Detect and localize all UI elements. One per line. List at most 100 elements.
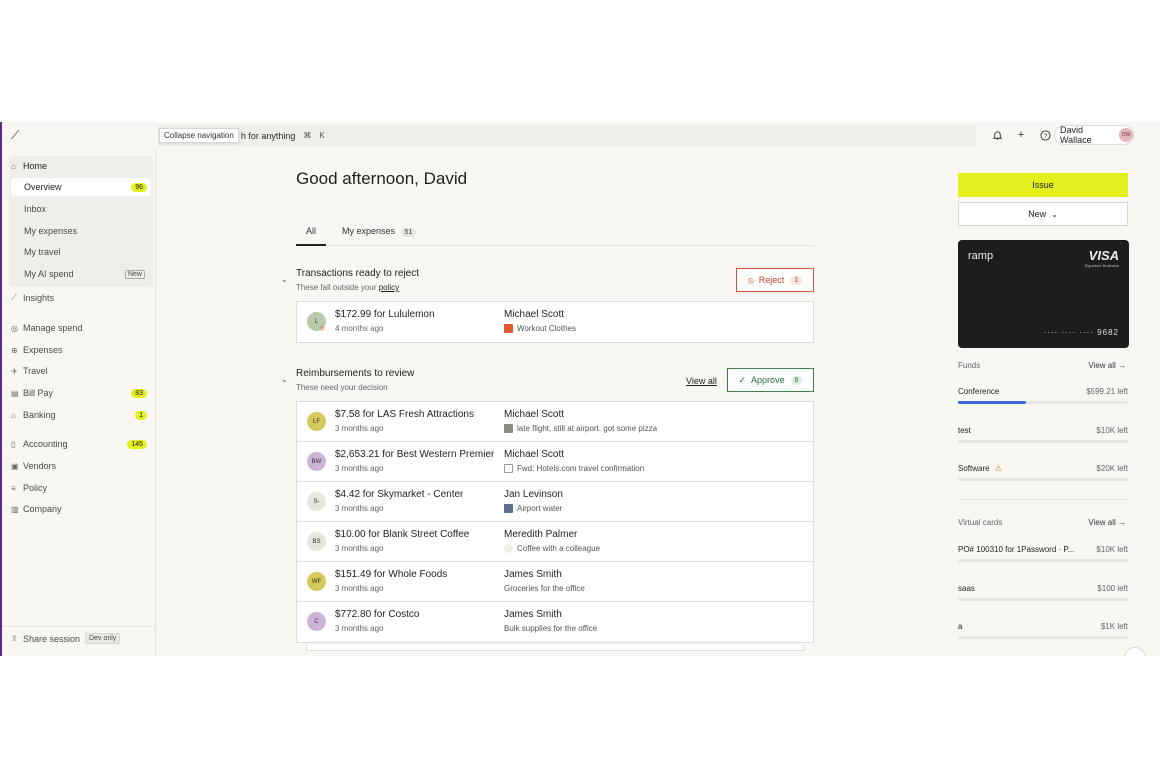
virtual-cards-view-all[interactable]: View all → — [1088, 518, 1126, 527]
fund-item[interactable]: Software ⚠ $20K left — [958, 464, 1128, 481]
share-session-label: Share session — [23, 633, 81, 644]
app-window: ⟋ Collapse navigation h for anything ⌘ K… — [0, 122, 1160, 656]
virtual-card-item[interactable]: saas $100 left — [958, 584, 1128, 601]
fund-item[interactable]: test $10K left — [958, 426, 1128, 443]
reject-count: 1 — [790, 275, 803, 285]
transaction-memo: Bulk supplies for the office — [504, 624, 597, 633]
review-list: LF $7.58 for LAS Fresh Attractions 3 mon… — [296, 401, 814, 643]
chevron-down-icon[interactable]: ⌄ — [281, 375, 288, 384]
card-number: ···· ···· ···· 9682 — [1043, 328, 1119, 337]
visa-subtitle: Signature Business — [1084, 263, 1119, 268]
sidebar-item-label: Policy — [23, 483, 48, 493]
transaction-time: 3 months ago — [335, 504, 384, 513]
share-session-button[interactable]: ⇪ Share session Dev only — [11, 633, 121, 644]
transaction-memo: Fwd: Hotels.com travel confirmation — [504, 464, 644, 473]
plus-icon[interactable]: + — [1009, 127, 1033, 143]
employee-name: James Smith — [504, 609, 562, 620]
employee-name: Michael Scott — [504, 409, 565, 420]
employee-name: James Smith — [504, 569, 562, 580]
sidebar-item-manage-spend[interactable]: ◎ Manage spend — [11, 319, 151, 337]
new-button[interactable]: New ⌄ — [958, 202, 1128, 226]
card-brand: ramp — [968, 250, 994, 262]
merchant-avatar: LF — [307, 412, 326, 431]
table-row[interactable]: WF $151.49 for Whole Foods 3 months ago … — [297, 562, 813, 602]
sidebar-item-label: Banking — [23, 410, 56, 420]
sidebar-item-bill-pay[interactable]: ▤ Bill Pay 83 — [11, 384, 151, 402]
sidebar-item-my-travel[interactable]: My travel — [24, 243, 150, 261]
reject-label: Reject — [758, 275, 785, 285]
policy-link[interactable]: policy — [379, 283, 399, 292]
ramp-logo-icon[interactable]: ⟋ — [11, 128, 19, 143]
table-row[interactable]: BW $2,653.21 for Best Western Premier ..… — [297, 442, 813, 482]
sidebar-item-expenses[interactable]: ⊕ Expenses — [11, 341, 151, 359]
credit-card[interactable]: ramp VISA Signature Business ···· ···· ·… — [958, 240, 1129, 348]
chevron-down-icon[interactable]: ⌄ — [281, 275, 288, 284]
fund-item[interactable]: Conference $599.21 left — [958, 387, 1128, 404]
sidebar-item-insights[interactable]: ⟋ Insights — [11, 289, 151, 307]
table-row[interactable]: S- $4.42 for Skymarket - Center 3 months… — [297, 482, 813, 522]
page-title: Good afternoon, David — [296, 169, 468, 188]
tab-all[interactable]: All — [296, 226, 326, 246]
sidebar-item-label: Expenses — [23, 345, 63, 355]
right-divider — [958, 499, 1128, 500]
vcard-progress — [958, 559, 1128, 562]
transaction-memo: Workout Clothes — [504, 324, 576, 333]
sidebar-item-travel[interactable]: ✈ Travel — [11, 362, 151, 380]
search-bar[interactable]: Collapse navigation h for anything ⌘ K — [158, 125, 976, 146]
policy-icon: ≡ — [11, 483, 16, 493]
fund-name: Conference — [958, 387, 1000, 396]
sidebar-item-policy[interactable]: ≡ Policy — [11, 479, 151, 497]
transaction-memo: Airport water — [504, 504, 562, 513]
approve-label: Approve — [751, 375, 785, 385]
sidebar-item-accounting[interactable]: ▯ Accounting 145 — [11, 435, 151, 453]
scroll-down-button[interactable]: ↓ — [1124, 647, 1146, 656]
sidebar-item-banking[interactable]: ⌂ Banking 1 — [11, 406, 151, 424]
sidebar-item-home[interactable]: ⌂ Home — [11, 157, 151, 175]
sidebar-item-my-expenses[interactable]: My expenses — [24, 222, 150, 240]
table-row[interactable]: C $772.80 for Costco 3 months ago James … — [297, 602, 813, 642]
view-all-link[interactable]: View all — [686, 376, 717, 386]
new-badge: New — [124, 269, 145, 279]
memo-text: late flight, still at airport. got some … — [517, 424, 658, 433]
sidebar-item-label: Inbox — [24, 204, 47, 214]
issue-button[interactable]: Issue — [958, 173, 1128, 197]
tab-label: My expenses — [342, 226, 396, 236]
funds-view-all[interactable]: View all → — [1088, 361, 1126, 370]
fund-amount: $10K left — [1096, 426, 1128, 435]
table-row[interactable]: BS $10.00 for Blank Street Coffee 3 mont… — [297, 522, 813, 562]
sidebar-item-my-ai-spend[interactable]: My AI spend New — [24, 265, 150, 283]
sidebar-item-inbox[interactable]: Inbox — [24, 200, 150, 218]
transaction-memo: Groceries for the office — [504, 584, 585, 593]
sidebar-item-label: Home — [23, 161, 48, 171]
vcard-amount: $100 left — [1097, 584, 1128, 593]
sidebar-item-vendors[interactable]: ▣ Vendors — [11, 457, 151, 475]
table-row[interactable]: L ⦸ $172.99 for Lululemon 4 months ago M… — [297, 302, 813, 342]
reject-button[interactable]: ⦸ Reject 1 — [736, 268, 814, 292]
sidebar-item-label: Bill Pay — [23, 388, 54, 398]
vcard-amount: $1K left — [1100, 622, 1128, 631]
ban-icon: ⦸ — [747, 274, 754, 285]
virtual-card-item[interactable]: a $1K left — [958, 622, 1128, 639]
table-row[interactable]: LF $7.58 for LAS Fresh Attractions 3 mon… — [297, 402, 813, 442]
user-name: David Wallace — [1060, 125, 1092, 145]
tab-count: 51 — [400, 228, 417, 237]
sidebar-item-label: Accounting — [23, 439, 68, 449]
fund-progress — [958, 478, 1128, 481]
virtual-card-item[interactable]: PO# 100310 for 1Password · P... $10K lef… — [958, 545, 1128, 562]
reject-section-subtitle: These fall outside your policy — [296, 283, 399, 292]
insights-icon: ⟋ — [11, 293, 17, 302]
fund-progress-fill — [958, 401, 1026, 404]
sidebar-divider — [2, 626, 156, 627]
tab-my-expenses[interactable]: My expenses 51 — [342, 226, 417, 246]
sidebar-item-label: My expenses — [24, 226, 78, 236]
bell-icon[interactable] — [985, 127, 1009, 143]
review-section-subtitle: These need your decision — [296, 383, 388, 392]
top-actions: + ? — [985, 127, 1057, 143]
user-menu[interactable]: David Wallace DW — [1054, 125, 1134, 145]
sidebar-item-company[interactable]: ▥ Company — [11, 500, 151, 518]
approve-button[interactable]: ✓ Approve 6 — [727, 368, 814, 392]
sidebar-item-overview[interactable]: Overview 96 — [11, 178, 151, 196]
sidebar-item-label: Company — [23, 504, 62, 514]
list-overflow-edge — [306, 645, 804, 651]
transaction-title: $10.00 for Blank Street Coffee — [335, 529, 470, 540]
